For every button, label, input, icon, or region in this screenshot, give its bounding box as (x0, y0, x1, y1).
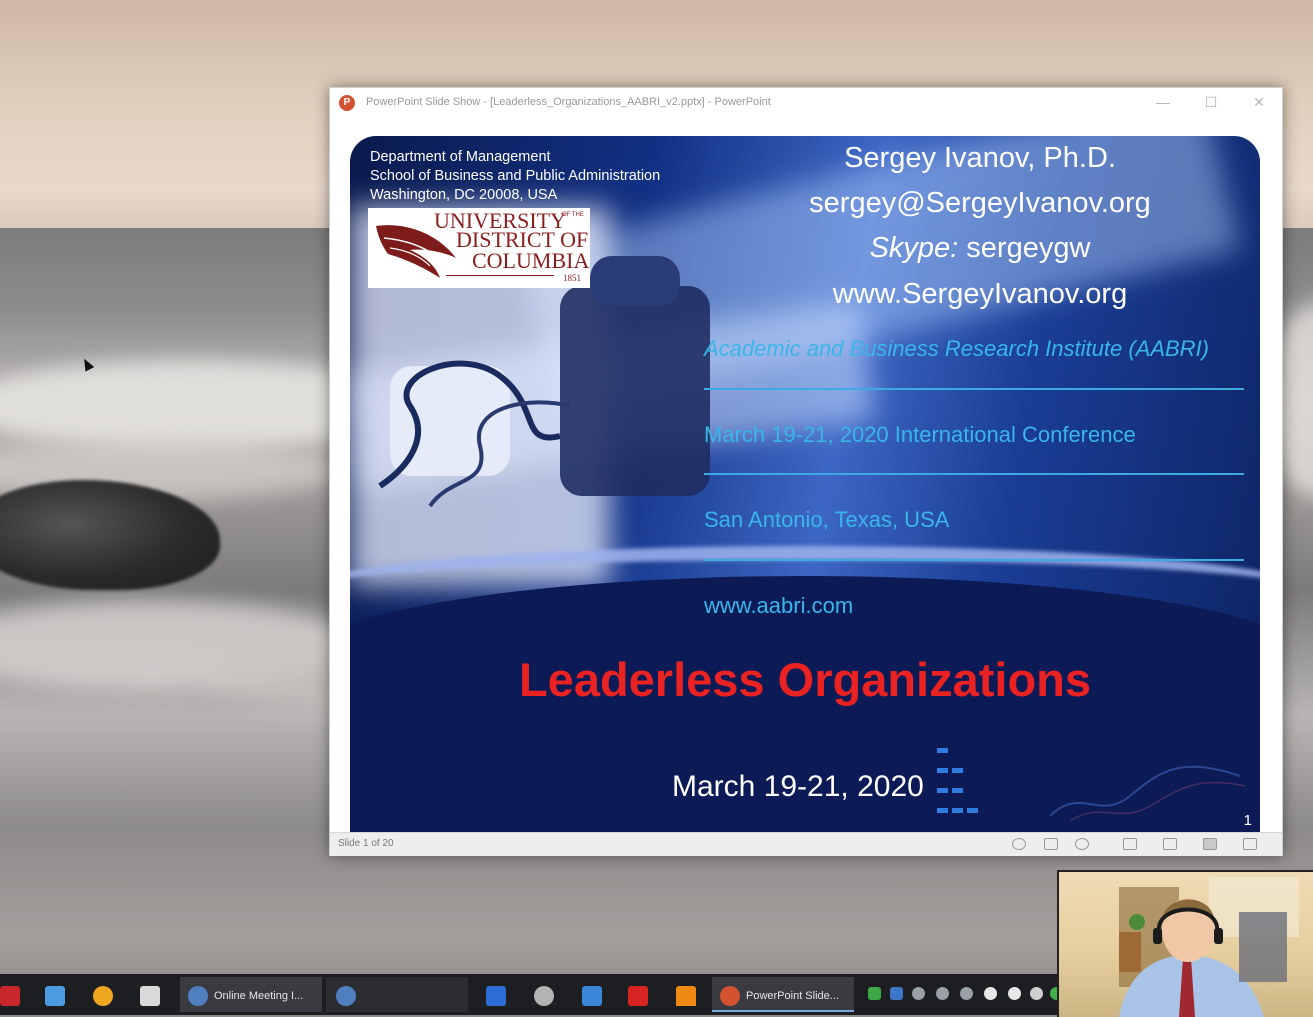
taskbar-app-red[interactable] (0, 977, 22, 1012)
weather-icon (93, 986, 113, 1006)
puzzle-outline-shape (378, 360, 571, 508)
powerpoint-icon (720, 986, 740, 1006)
presenter-name: Sergey Ivanov, Ph.D. (844, 142, 1116, 174)
taskbar-online-meeting[interactable]: Online Meeting I... (180, 977, 322, 1012)
slide-1[interactable]: Department of Management School of Busin… (350, 136, 1260, 832)
powerpoint-window[interactable]: P PowerPoint Slide Show - [Leaderless_Or… (329, 87, 1283, 856)
department-block: Department of Management School of Busin… (370, 148, 660, 205)
vlc-icon (676, 986, 696, 1006)
taskbar-app-weather[interactable] (86, 977, 120, 1012)
taskbar-label: Online Meeting I... (214, 990, 304, 1002)
pdf-icon (628, 986, 648, 1006)
logo-text-of-the: OF THE (562, 212, 584, 218)
conference-url: www.aabri.com (704, 593, 854, 618)
taskbar-powerpoint[interactable]: PowerPoint Slide... (712, 977, 854, 1012)
presenter-website: www.SergeyIvanov.org (832, 278, 1128, 310)
taskbar-app-pdf[interactable] (620, 977, 656, 1012)
taskbar-app-calculator[interactable] (133, 977, 167, 1012)
skype-label: Skype: (869, 232, 959, 264)
normal-view-icon[interactable] (1123, 838, 1137, 850)
taskbar-app-chart[interactable] (478, 977, 514, 1012)
divider-line (704, 388, 1244, 390)
next-slide-icon[interactable] (1075, 838, 1089, 850)
tray-icon[interactable] (936, 987, 949, 1000)
department-line: School of Business and Public Administra… (370, 168, 661, 184)
logo-text-columbia: COLUMBIA (472, 248, 590, 273)
slide-number: 1 (1243, 812, 1252, 829)
maximize-button[interactable]: ☐ (1196, 92, 1226, 112)
taskbar-label: PowerPoint Slide... (746, 990, 839, 1002)
chart-decoration-shape (1050, 765, 1246, 822)
tray-icon[interactable] (1008, 987, 1021, 1000)
meeting-icon-2 (336, 986, 356, 1006)
notepad-icon (582, 986, 602, 1006)
webcam-video (1057, 870, 1313, 1017)
slide-title: Leaderless Organizations (518, 653, 1092, 706)
bar-chart-icon (486, 986, 506, 1006)
logo-rule (446, 275, 554, 276)
slide-viewport[interactable]: Department of Management School of Busin… (330, 116, 1282, 832)
slide-counter: Slide 1 of 20 (338, 838, 394, 849)
tray-icon[interactable] (912, 987, 925, 1000)
udc-logo: UNIVERSITY DISTRICT OF COLUMBIA OF THE 1… (368, 208, 590, 288)
taskbar-app-vlc[interactable] (668, 977, 704, 1012)
tray-icon[interactable] (1030, 987, 1043, 1000)
red-app-icon (0, 986, 20, 1006)
tray-icon[interactable] (984, 987, 997, 1000)
divider-line (704, 473, 1244, 475)
conference-event: March 19-21, 2020 International Conferen… (704, 422, 1136, 447)
conference-institute: Academic and Business Research Institute… (704, 336, 1210, 361)
meeting-icon (188, 986, 208, 1006)
cloud-app-icon (534, 986, 554, 1006)
close-button[interactable]: ✕ (1244, 92, 1274, 112)
tray-icon[interactable] (960, 987, 973, 1000)
tray-icon[interactable] (890, 987, 903, 1000)
calculator-icon (140, 986, 160, 1006)
conference-location: San Antonio, Texas, USA (704, 507, 950, 532)
presenter-email: sergey@SergeyIvanov.org (809, 187, 1151, 219)
slide-sorter-icon[interactable] (1044, 838, 1058, 850)
taskbar-app-notepad[interactable] (574, 977, 610, 1012)
files-icon (45, 986, 65, 1006)
minimize-button[interactable]: — (1148, 92, 1178, 112)
previous-slide-icon[interactable] (1012, 838, 1026, 850)
presenter-skype: Skype: sergeygw (730, 232, 1230, 265)
status-bar: Slide 1 of 20 (330, 832, 1282, 856)
powerpoint-logo-icon: P (339, 95, 355, 111)
taskbar-app-cloud[interactable] (526, 977, 562, 1012)
window-title: PowerPoint Slide Show - [Leaderless_Orga… (366, 96, 771, 108)
department-line: Washington, DC 20008, USA (370, 187, 558, 203)
presenter-video-feed (1119, 877, 1299, 1017)
divider-line (704, 559, 1244, 561)
taskbar-app-files[interactable] (38, 977, 72, 1012)
outline-view-icon[interactable] (1163, 838, 1177, 850)
slideshow-view-icon[interactable] (1243, 838, 1257, 850)
department-line: Department of Management (370, 149, 551, 165)
skype-handle: sergeygw (958, 232, 1091, 264)
tray-icon[interactable] (868, 987, 881, 1000)
slide-date: March 19-21, 2020 (672, 770, 924, 803)
logo-year: 1851 (563, 273, 581, 283)
reading-view-icon[interactable] (1203, 838, 1217, 850)
taskbar-meeting-2[interactable] (326, 977, 468, 1012)
window-titlebar[interactable]: P PowerPoint Slide Show - [Leaderless_Or… (330, 88, 1282, 116)
